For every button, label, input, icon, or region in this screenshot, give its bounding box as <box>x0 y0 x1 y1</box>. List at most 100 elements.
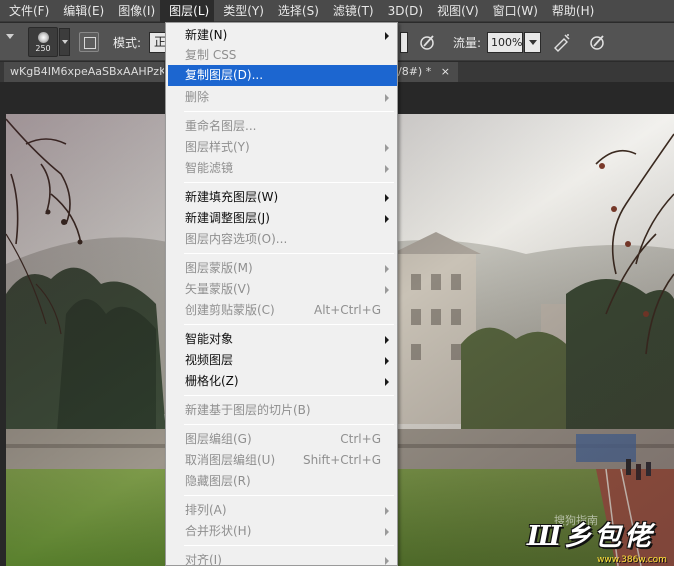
menu-item-label: 新建填充图层(W) <box>185 190 279 204</box>
menu-item-label: 隐藏图层(R) <box>185 474 251 488</box>
menu-item-new-fill-layer[interactable]: 新建填充图层(W) <box>166 187 397 208</box>
menu-item-video-layer[interactable]: 视频图层 <box>166 350 397 371</box>
menu-filter[interactable]: 滤镜(T) <box>324 0 379 22</box>
menu-item-hide-layers[interactable]: 隐藏图层(R) <box>166 471 397 492</box>
menu-separator <box>184 182 394 183</box>
menu-item-label: 新建调整图层(J) <box>185 211 270 225</box>
menu-file[interactable]: 文件(F) <box>0 0 54 22</box>
menu-item-smart-object[interactable]: 智能对象 <box>166 329 397 350</box>
menu-item-label: 重命名图层... <box>185 119 257 133</box>
menu-separator <box>184 111 394 112</box>
menu-item-new[interactable]: 新建(N) <box>166 25 397 46</box>
flow-label: 流量: <box>453 36 482 50</box>
menu-item-label: 图层样式(Y) <box>185 140 250 154</box>
menu-item-layer-content-options[interactable]: 图层内容选项(O)... <box>166 229 397 250</box>
menu-edit[interactable]: 编辑(E) <box>54 0 109 22</box>
menu-item-label: 栅格化(Z) <box>185 374 239 388</box>
menu-item-combine-shapes[interactable]: 合并形状(H) <box>166 521 397 542</box>
menu-item-layer-mask[interactable]: 图层蒙版(M) <box>166 258 397 279</box>
watermark-url: www.386w.com <box>597 555 667 565</box>
menu-item-ungroup-layers[interactable]: 取消图层编组(U) Shift+Ctrl+G <box>166 450 397 471</box>
menu-item-label: 新建(N) <box>185 28 228 42</box>
menu-item-new-adjustment-layer[interactable]: 新建调整图层(J) <box>166 208 397 229</box>
menu-item-rename-layer[interactable]: 重命名图层... <box>166 116 397 137</box>
menu-item-layer-style[interactable]: 图层样式(Y) <box>166 137 397 158</box>
menu-item-label: 取消图层编组(U) <box>185 453 276 467</box>
menu-separator <box>184 424 394 425</box>
brush-size-label: 250 <box>35 44 51 53</box>
tool-preset-dropdown-icon[interactable] <box>6 34 14 39</box>
menu-item-copy-css[interactable]: 复制 CSS <box>166 45 397 66</box>
pressure-size-icon[interactable] <box>588 32 608 52</box>
submenu-arrow-icon <box>385 215 389 223</box>
opacity-dropdown[interactable] <box>400 32 408 53</box>
pressure-opacity-icon[interactable] <box>418 32 438 52</box>
menu-type[interactable]: 类型(Y) <box>214 0 269 22</box>
submenu-arrow-icon <box>385 165 389 173</box>
menu-item-shortcut: Ctrl+G <box>340 432 381 446</box>
menu-3d[interactable]: 3D(D) <box>379 0 428 22</box>
menu-item-duplicate-layer[interactable]: 复制图层(D)... <box>168 65 397 86</box>
menu-item-label: 智能对象 <box>185 332 234 346</box>
menu-item-rasterize[interactable]: 栅格化(Z) <box>166 371 397 392</box>
submenu-arrow-icon <box>385 194 389 202</box>
menu-select[interactable]: 选择(S) <box>269 0 324 22</box>
menu-item-vector-mask[interactable]: 矢量蒙版(V) <box>166 279 397 300</box>
menu-item-new-layer-based-slice[interactable]: 新建基于图层的切片(B) <box>166 400 397 421</box>
menu-layer[interactable]: 图层(L) <box>160 0 215 22</box>
menu-separator <box>184 545 394 546</box>
flow-dropdown-icon[interactable] <box>524 32 541 53</box>
menu-item-label: 新建基于图层的切片(B) <box>185 403 311 417</box>
submenu-arrow-icon <box>385 336 389 344</box>
document-tab-suffix-text: /8#) * <box>398 65 432 78</box>
menu-item-label: 删除 <box>185 90 210 104</box>
airbrush-icon[interactable] <box>552 32 572 52</box>
submenu-arrow-icon <box>385 144 389 152</box>
flow-input[interactable]: 100% <box>487 32 523 53</box>
brush-preset-picker[interactable]: 250 <box>28 27 58 57</box>
menu-image[interactable]: 图像(I) <box>109 0 160 22</box>
menu-item-label: 排列(A) <box>185 503 227 517</box>
menu-view[interactable]: 视图(V) <box>428 0 484 22</box>
layer-menu-dropdown: 新建(N) 复制 CSS 复制图层(D)... 删除 重命名图层... 图层样式… <box>165 22 398 566</box>
submenu-arrow-icon <box>385 528 389 536</box>
menu-item-label: 智能滤镜 <box>185 161 234 175</box>
menu-item-delete[interactable]: 删除 <box>166 87 397 108</box>
menu-item-align[interactable]: 对齐(I) <box>166 550 397 566</box>
menu-item-shortcut: Shift+Ctrl+G <box>302 453 381 467</box>
menu-separator <box>184 253 394 254</box>
menu-item-label: 图层蒙版(M) <box>185 261 253 275</box>
submenu-arrow-icon <box>385 32 389 40</box>
submenu-arrow-icon <box>385 378 389 386</box>
menu-item-label: 创建剪贴蒙版(C) <box>185 303 275 317</box>
submenu-arrow-icon <box>385 286 389 294</box>
menu-item-group-layers[interactable]: 图层编组(G) Ctrl+G <box>166 429 397 450</box>
submenu-arrow-icon <box>385 507 389 515</box>
menu-item-label: 矢量蒙版(V) <box>185 282 251 296</box>
menu-item-label: 复制图层(D)... <box>185 68 264 82</box>
menu-item-label: 图层编组(G) <box>185 432 252 446</box>
menu-item-label: 图层内容选项(O)... <box>185 232 288 246</box>
menu-window[interactable]: 窗口(W) <box>484 0 543 22</box>
menu-bar: 文件(F) 编辑(E) 图像(I) 图层(L) 类型(Y) 选择(S) 滤镜(T… <box>0 0 674 22</box>
brush-panel-toggle-icon[interactable] <box>79 32 99 52</box>
menu-item-label: 复制 CSS <box>185 48 237 62</box>
mode-label: 模式: <box>113 36 142 50</box>
submenu-arrow-icon <box>385 557 389 565</box>
document-tab[interactable]: wKgB4IM6xpeAaSBxAAHPzK <box>4 62 164 82</box>
document-tab-suffix[interactable]: /8#) * × <box>398 62 458 82</box>
menu-separator <box>184 324 394 325</box>
site-watermark-logo: Ш乡包佬 www.386w.com <box>521 514 674 566</box>
submenu-arrow-icon <box>385 265 389 273</box>
menu-separator <box>184 395 394 396</box>
brush-picker-caret-icon[interactable] <box>59 28 70 56</box>
menu-item-create-clipping-mask[interactable]: 创建剪贴蒙版(C) Alt+Ctrl+G <box>166 300 397 321</box>
menu-help[interactable]: 帮助(H) <box>543 0 599 22</box>
menu-item-label: 视频图层 <box>185 353 234 367</box>
menu-item-arrange[interactable]: 排列(A) <box>166 500 397 521</box>
menu-item-smart-filter[interactable]: 智能滤镜 <box>166 158 397 179</box>
menu-item-label: 对齐(I) <box>185 553 222 566</box>
submenu-arrow-icon <box>385 357 389 365</box>
close-tab-icon[interactable]: × <box>441 65 450 78</box>
watermark-logo-text: Ш乡包佬 <box>527 521 655 552</box>
